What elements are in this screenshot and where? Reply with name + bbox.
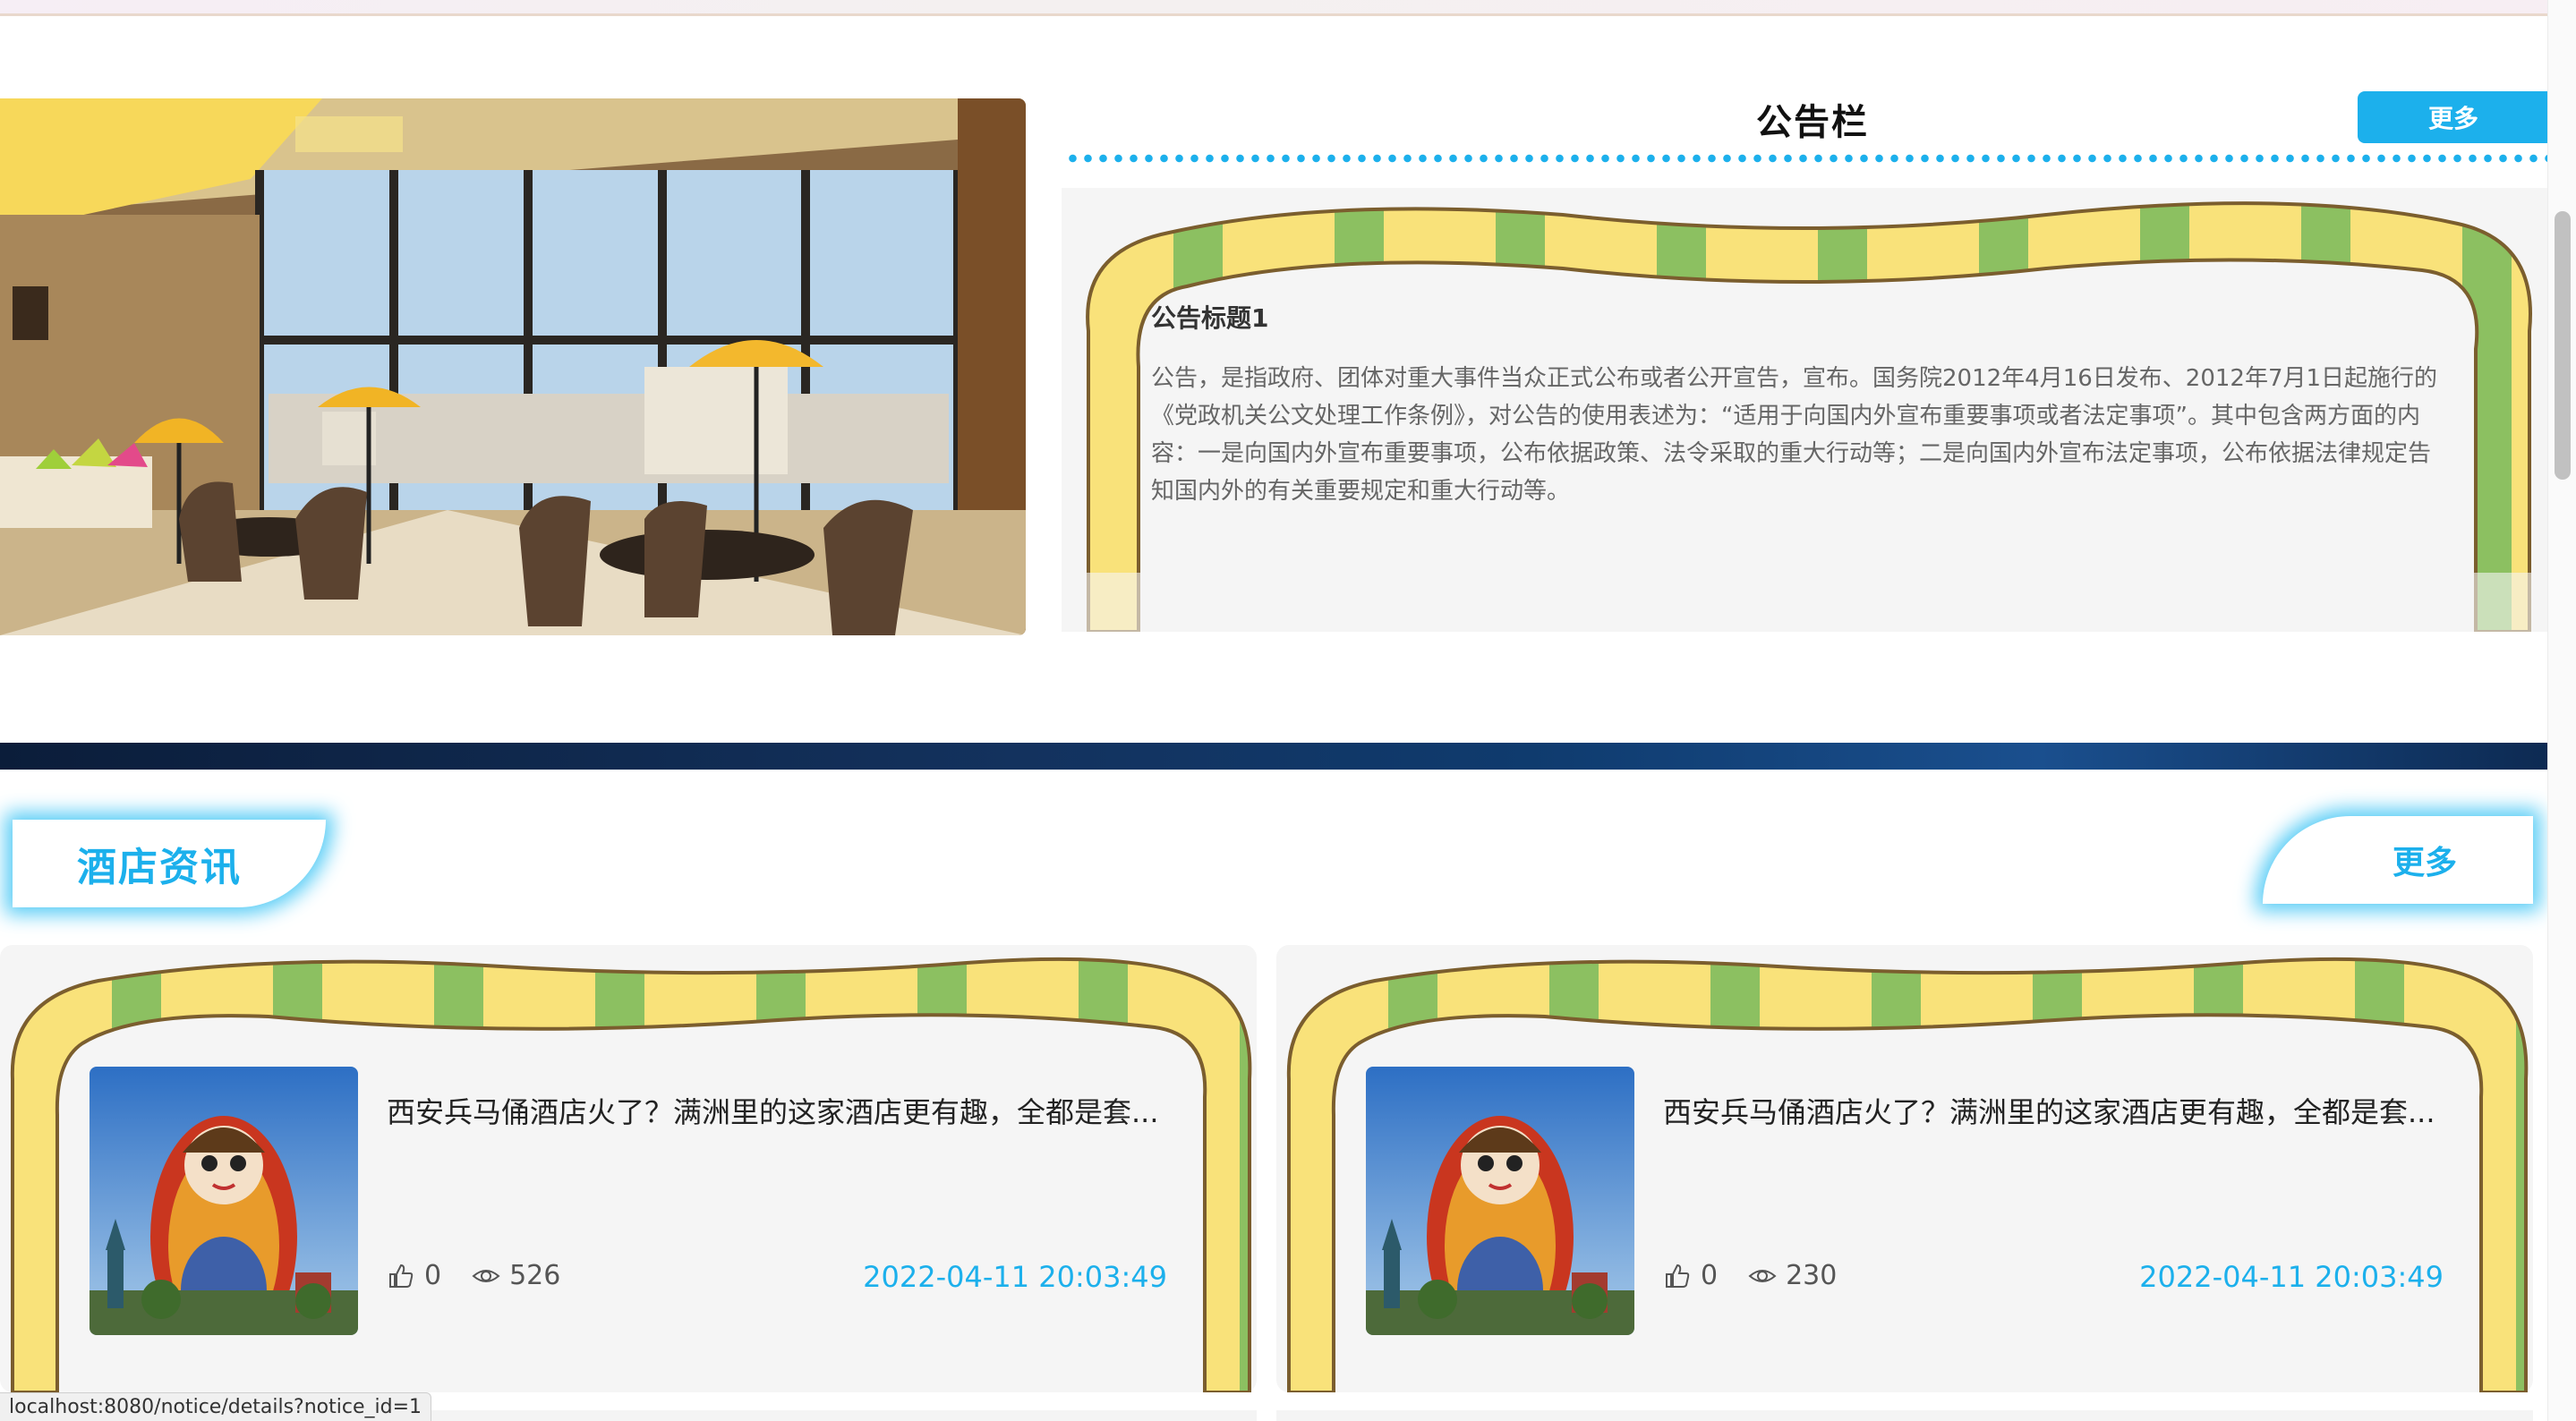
notice-card[interactable]: 公告标题1 公告，是指政府、团体对重大事件当众正式公布或者公开宣告，宣布。国务院… [1062, 188, 2551, 632]
thumbs-up-icon[interactable] [1663, 1262, 1692, 1290]
page-scrollbar[interactable] [2547, 0, 2576, 1421]
news-card[interactable]: 西安兵马俑酒店火了？满洲里的这家酒店更有趣，全都是套... 0 526 2022… [0, 945, 1257, 1392]
thumbs-up-icon[interactable] [387, 1262, 415, 1290]
eye-icon [1748, 1269, 1777, 1282]
news-meta: 0 230 [1663, 1260, 1867, 1291]
eye-icon [472, 1269, 500, 1282]
notice-more-button[interactable]: 更多 [2358, 91, 2549, 143]
view-count: 526 [509, 1260, 561, 1291]
news-more-button[interactable]: 更多 [2263, 816, 2533, 904]
news-section-title: 酒店资讯 [77, 845, 242, 890]
notice-item-title[interactable]: 公告标题1 [1151, 299, 1268, 335]
news-thumbnail[interactable] [90, 1067, 358, 1335]
news-card[interactable]: 西安兵马俑酒店火了？满洲里的这家酒店更有趣，全都是套... 0 230 2022… [1276, 945, 2533, 1392]
news-title[interactable]: 西安兵马俑酒店火了？满洲里的这家酒店更有趣，全都是套... [387, 1090, 1210, 1131]
section-banner-band [0, 743, 2551, 770]
notice-divider [1065, 154, 2547, 163]
notice-item-body: 公告，是指政府、团体对重大事件当众正式公布或者公开宣告，宣布。国务院2012年4… [1151, 365, 2438, 505]
news-date: 2022-04-11 20:03:49 [2139, 1260, 2444, 1294]
news-date: 2022-04-11 20:03:49 [863, 1260, 1167, 1294]
notice-board-heading: 公告栏 [1756, 102, 1869, 143]
news-meta: 0 526 [387, 1260, 591, 1291]
scrollbar-thumb[interactable] [2555, 211, 2571, 480]
news-thumbnail[interactable] [1366, 1067, 1634, 1335]
browser-status-url: localhost:8080/notice/details?notice_id=… [0, 1392, 432, 1421]
browser-top-strip [0, 0, 2576, 16]
like-count: 0 [1701, 1260, 1719, 1291]
news-more-label[interactable]: 更多 [2393, 837, 2457, 883]
like-count: 0 [424, 1260, 442, 1291]
news-title[interactable]: 西安兵马俑酒店火了？满洲里的这家酒店更有趣，全都是套... [1663, 1090, 2486, 1131]
next-row-card [1276, 1410, 2533, 1421]
news-section-header: 酒店资讯 [13, 820, 326, 907]
view-count: 230 [1786, 1260, 1838, 1291]
hotel-hero-image [0, 98, 1026, 635]
